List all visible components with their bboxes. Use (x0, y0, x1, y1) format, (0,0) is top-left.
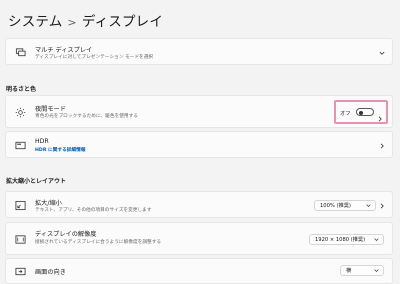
multi-display-label: マルチ ディスプレイ (35, 47, 93, 54)
toggle-state-label: オフ (340, 111, 351, 117)
scale-card[interactable]: 拡大/縮小 テキスト、アプリ、その他の項目のサイズを変更します 100% (推奨… (5, 191, 393, 218)
chevron-right-icon[interactable] (378, 202, 385, 209)
breadcrumb-parent[interactable]: システム (8, 14, 62, 30)
multi-display-desc: ディスプレイに対してプレゼンテーション モードを選択 (35, 55, 154, 60)
orientation-icon (14, 265, 26, 277)
orientation-select[interactable]: 横 (340, 265, 384, 276)
scale-select[interactable]: 100% (推奨) (314, 200, 376, 211)
breadcrumb-current: ディスプレイ (81, 14, 164, 30)
scale-label: 拡大/縮小 (35, 200, 62, 207)
night-light-toggle[interactable] (356, 108, 374, 116)
chevron-down-icon (366, 204, 371, 207)
page-title: システム > ディスプレイ (8, 10, 163, 30)
orientation-label: 画面の向き (35, 269, 66, 276)
resolution-icon (14, 233, 26, 245)
section-scale-layout: 拡大縮小とレイアウト (6, 178, 67, 185)
orientation-card[interactable]: 画面の向き 横 (5, 258, 393, 284)
chevron-down-icon (374, 238, 379, 241)
resolution-label: ディスプレイの解像度 (35, 231, 97, 238)
resolution-card[interactable]: ディスプレイの解像度 接続されているディスプレイに合うように解像度を調整する 1… (5, 222, 393, 255)
chevron-down-icon[interactable] (378, 49, 385, 56)
sun-icon (14, 106, 26, 118)
hdr-info-link[interactable]: HDR に関する詳細情報 (35, 147, 86, 153)
resolution-select-value: 1920 × 1080 (推奨) (315, 237, 366, 243)
resolution-desc: 接続されているディスプレイに合うように解像度を調整する (35, 240, 162, 245)
chevron-right-icon[interactable] (377, 107, 383, 126)
breadcrumb-separator: > (67, 16, 77, 29)
night-light-highlight: オフ (334, 100, 388, 124)
night-light-card[interactable]: 夜間モード 青色の光をブロックするために、暖色を使用する オフ (5, 95, 393, 128)
night-light-desc: 青色の光をブロックするために、暖色を使用する (35, 114, 138, 119)
orientation-select-value: 横 (346, 268, 352, 274)
chevron-right-icon[interactable] (378, 142, 385, 149)
scale-icon (14, 199, 26, 211)
hdr-card[interactable]: HDR HDR に関する詳細情報 (5, 131, 393, 158)
resolution-select[interactable]: 1920 × 1080 (推奨) (309, 234, 384, 245)
section-brightness-color: 明るさと色 (6, 86, 37, 93)
hdr-icon (14, 139, 26, 151)
night-light-label: 夜間モード (35, 106, 66, 113)
toggle-knob (359, 110, 363, 115)
scale-desc: テキスト、アプリ、その他の項目のサイズを変更します (35, 208, 152, 213)
multi-display-icon (14, 46, 26, 58)
chevron-down-icon (374, 269, 379, 272)
hdr-label: HDR (35, 138, 49, 145)
scale-select-value: 100% (推奨) (320, 203, 351, 209)
multi-display-card[interactable]: マルチ ディスプレイ ディスプレイに対してプレゼンテーション モードを選択 (5, 38, 393, 65)
